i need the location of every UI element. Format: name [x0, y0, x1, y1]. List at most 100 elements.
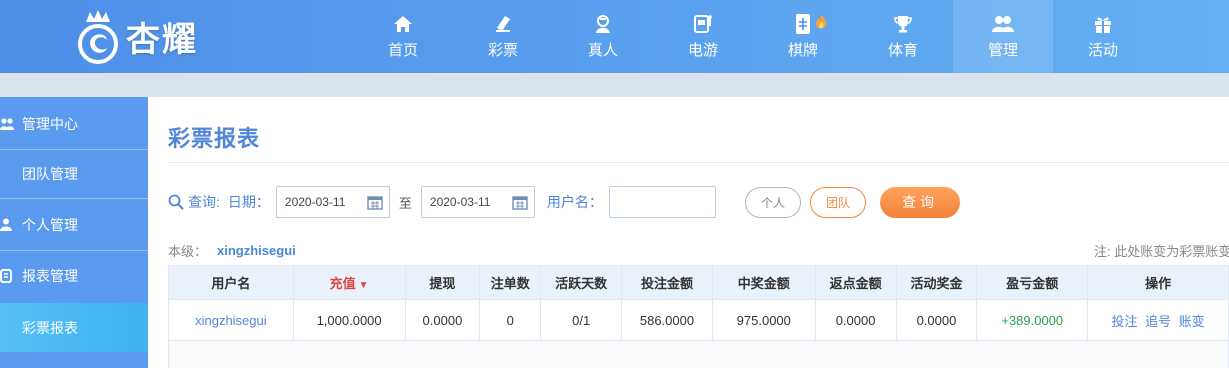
col-bonus: 活动奖金: [895, 265, 978, 300]
date-from-value: 2020-03-11: [284, 195, 346, 209]
sidebar-item-label: 报表管理: [22, 268, 78, 284]
level-info: 本级： xingzhisegui: [168, 241, 296, 260]
date-to-value: 2020-03-11: [429, 195, 491, 209]
username-label: 用户名：: [546, 194, 603, 210]
nav-label: 真人: [587, 42, 618, 59]
nav-label: 活动: [1087, 42, 1118, 59]
col-win-amount: 中奖金额: [711, 265, 816, 300]
calendar-icon[interactable]: [367, 195, 383, 210]
chase-records-link[interactable]: 追号: [1145, 314, 1171, 329]
ticket-icon: [492, 13, 514, 35]
slot-machine-icon: [692, 13, 714, 35]
row-username-link[interactable]: xingzhisegui: [195, 313, 267, 328]
sidebar-item-personal-management[interactable]: 个人管理: [0, 199, 148, 250]
table-row: xingzhisegui 1,000.0000 0.0000 0 0/1 586…: [168, 299, 1229, 341]
username-input[interactable]: [608, 186, 716, 218]
main-content: 彩票报表 查询: 日期： 2020-03-11 至 2020-03-11 用户名…: [148, 97, 1229, 368]
col-recharge-label: 充值: [329, 276, 356, 291]
users-icon: [992, 13, 1014, 35]
row-orders: 0: [479, 299, 542, 341]
crown-logo-icon: [74, 8, 122, 64]
row-win-amount: 975.0000: [711, 299, 816, 341]
personal-button[interactable]: 个人: [745, 186, 801, 218]
nav-promotions[interactable]: 活动: [1053, 0, 1153, 73]
row-bet-amount: 586.0000: [621, 299, 713, 341]
sidebar: 管理中心 团队管理 个人管理 报表管理 彩票报表: [0, 97, 148, 368]
sort-desc-icon[interactable]: ▼: [359, 280, 369, 291]
table-empty-cell: [168, 340, 1229, 368]
nav-slots[interactable]: 电游: [653, 0, 753, 73]
report-icon: [0, 269, 14, 283]
nav-lottery[interactable]: 彩票: [453, 0, 553, 73]
search-button[interactable]: 查询: [880, 186, 960, 218]
date-to-field[interactable]: 2020-03-11: [420, 186, 535, 218]
nav-label: 棋牌: [787, 42, 818, 59]
sidebar-item-management-center[interactable]: 管理中心: [0, 97, 148, 150]
bet-records-link[interactable]: 投注: [1111, 314, 1137, 329]
row-withdraw: 0.0000: [404, 299, 481, 341]
col-username: 用户名: [168, 265, 294, 300]
nav-chess-cards[interactable]: 棋牌: [753, 0, 853, 73]
fire-icon: [814, 13, 828, 35]
account-changes-link[interactable]: 账变: [1179, 314, 1205, 329]
nav-label: 首页: [387, 42, 418, 59]
brand-name: 杏耀: [126, 20, 198, 59]
brand-logo[interactable]: 杏耀: [74, 4, 224, 68]
team-button[interactable]: 团队: [810, 186, 866, 218]
col-profit: 盈亏金额: [976, 265, 1089, 300]
col-recharge-sortable[interactable]: 充值 ▼: [292, 265, 406, 300]
nav-label: 电游: [687, 42, 718, 59]
main-nav: 首页 彩票 真人 电游 棋牌 体育 管理 活动: [353, 0, 1153, 73]
page-title: 彩票报表: [168, 126, 261, 151]
to-label: 至: [398, 195, 412, 211]
col-bet-amount: 投注金额: [621, 265, 713, 300]
row-actions: 投注 追号 账变: [1087, 299, 1229, 341]
sidebar-item-lottery-report[interactable]: 彩票报表: [0, 303, 148, 352]
nav-management[interactable]: 管理: [953, 0, 1053, 73]
note-text: 注: 此处账变为彩票账变: [1094, 244, 1229, 259]
calendar-icon[interactable]: [512, 195, 528, 210]
level-label: 本级：: [168, 244, 208, 259]
filter-bar: 查询: 日期： 2020-03-11 至 2020-03-11 用户名：: [168, 186, 716, 218]
row-active-days: 0/1: [540, 299, 623, 341]
date-label: 日期：: [227, 194, 270, 210]
table-empty-row: [168, 340, 1229, 368]
header-divider-strip: [0, 73, 1229, 97]
nav-live-casino[interactable]: 真人: [553, 0, 653, 73]
level-username[interactable]: xingzhisegui: [217, 243, 296, 258]
sidebar-item-team-management[interactable]: 团队管理: [0, 150, 148, 198]
col-orders: 注单数: [479, 265, 542, 300]
date-from-field[interactable]: 2020-03-11: [275, 186, 390, 218]
row-recharge: 1,000.0000: [292, 299, 406, 341]
search-icon: [168, 194, 184, 210]
sidebar-item-label: 彩票报表: [22, 319, 78, 336]
trophy-icon: [892, 13, 914, 35]
sidebar-item-label: 团队管理: [22, 166, 78, 182]
nav-sports[interactable]: 体育: [853, 0, 953, 73]
nav-label: 管理: [987, 42, 1018, 59]
col-rebate: 返点金额: [814, 265, 897, 300]
col-active-days: 活跃天数: [540, 265, 623, 300]
users-icon: [0, 117, 14, 131]
mahjong-icon: [792, 13, 827, 35]
col-withdraw: 提现: [404, 265, 481, 300]
table-header-row: 用户名 充值 ▼ 提现 注单数 活跃天数 投注金额 中奖金额 返点金额 活动奖金 …: [168, 265, 1229, 300]
row-rebate: 0.0000: [814, 299, 897, 341]
home-icon: [392, 13, 414, 35]
filter-actions: 个人 团队 查询: [745, 186, 960, 218]
top-navigation-bar: 杏耀 首页 彩票 真人 电游 棋牌 体育 管理 活动: [0, 0, 1229, 73]
row-profit: +389.0000: [1001, 312, 1064, 328]
row-bonus: 0.0000: [895, 299, 978, 341]
title-divider: [168, 162, 1229, 163]
nav-home[interactable]: 首页: [353, 0, 453, 73]
sidebar-item-report-management[interactable]: 报表管理: [0, 251, 148, 301]
sidebar-item-label: 个人管理: [22, 216, 78, 233]
user-icon: [0, 218, 14, 232]
report-table: 用户名 充值 ▼ 提现 注单数 活跃天数 投注金额 中奖金额 返点金额 活动奖金 …: [168, 265, 1229, 368]
nav-label: 彩票: [487, 42, 518, 59]
col-actions: 操作: [1087, 265, 1229, 300]
nav-label: 体育: [887, 42, 918, 59]
sidebar-item-label: 管理中心: [22, 115, 78, 132]
gift-icon: [1092, 13, 1114, 35]
query-label: 查询:: [188, 194, 220, 210]
